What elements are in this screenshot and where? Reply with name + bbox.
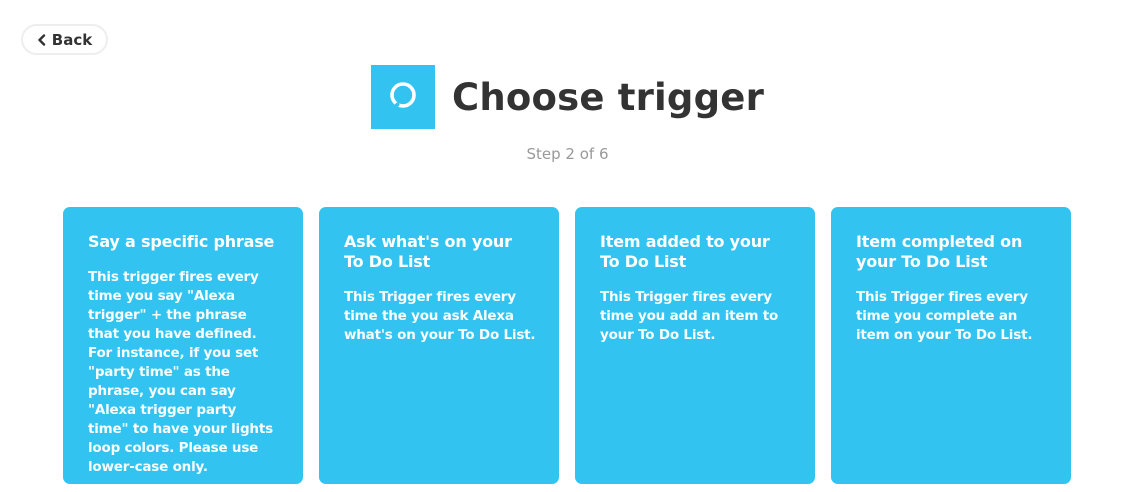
alexa-logo [370,65,435,129]
trigger-description: This trigger fires every time you say "A… [88,269,273,475]
alexa-ring-icon [388,80,418,114]
trigger-description: This Trigger fires every time you comple… [856,289,1033,343]
trigger-description: This Trigger fires every time the you as… [344,289,536,343]
trigger-title: Item completed on your To Do List [856,232,1023,271]
trigger-card-item-added[interactable]: Item added to your To Do List This Trigg… [575,207,815,484]
chevron-left-icon [37,33,46,46]
page-title: Choose trigger [451,75,765,119]
trigger-title: Say a specific phrase [88,232,275,251]
trigger-description: This Trigger fires every time you add an… [600,289,779,343]
step-indicator: Step 2 of 6 [526,145,609,163]
page-header: Choose trigger [0,65,1135,129]
trigger-card-say-phrase[interactable]: Say a specific phrase This trigger fires… [63,207,303,484]
back-button[interactable]: Back [21,24,108,55]
trigger-title: Item added to your To Do List [600,232,770,271]
trigger-list: Say a specific phrase This trigger fires… [63,207,1071,484]
trigger-title: Ask what's on your To Do List [344,232,512,271]
trigger-card-ask-todo-list[interactable]: Ask what's on your To Do List This Trigg… [319,207,559,484]
trigger-card-item-completed[interactable]: Item completed on your To Do List This T… [831,207,1071,484]
choose-trigger-page: Back Choose trigger Step 2 of 6 Say a sp… [0,0,1135,492]
back-button-label: Back [51,30,93,49]
